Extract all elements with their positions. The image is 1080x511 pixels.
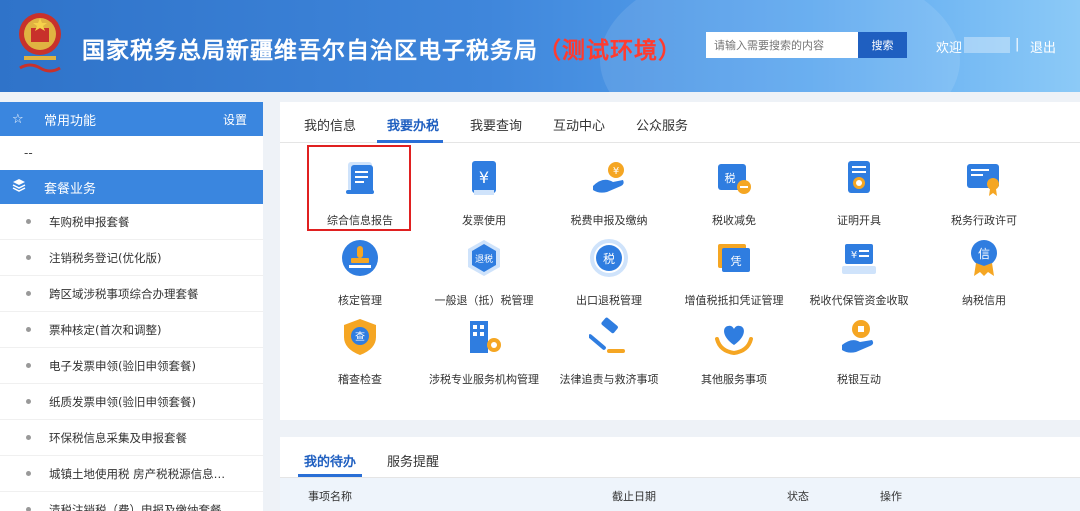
gavel-icon xyxy=(588,317,625,353)
search-input[interactable] xyxy=(706,32,858,58)
tax-emblem-logo xyxy=(19,13,61,73)
main-tabs: 我的信息 我要办税 我要查询 互动中心 公众服务 xyxy=(280,102,1080,143)
header-bar: 国家税务总局新疆维吾尔自治区电子税务局（测试环境） 搜索 欢迎 | 退出 xyxy=(0,0,1080,92)
service-item[interactable]: ¥ 发票使用 xyxy=(419,158,549,228)
active-tab-indicator xyxy=(377,140,443,143)
service-item[interactable]: 信 纳税信用 xyxy=(919,238,1049,308)
svg-text:税: 税 xyxy=(725,171,736,185)
header-separator: | xyxy=(1015,37,1020,52)
stamp-icon xyxy=(342,240,378,276)
welcome-text: 欢迎 xyxy=(936,41,963,56)
document-report-icon xyxy=(346,162,374,194)
heart-hands-icon xyxy=(715,325,753,356)
star-icon: ☆ xyxy=(12,111,24,127)
tab-service-reminder[interactable]: 服务提醒 xyxy=(387,451,439,470)
column-header: 事项名称 xyxy=(308,490,352,503)
custody-fund-icon: ¥ xyxy=(842,244,876,274)
env-label: （测试环境） xyxy=(538,38,682,64)
svg-text:税: 税 xyxy=(603,252,615,266)
service-item[interactable]: ¥ 税费申报及缴纳 xyxy=(544,158,674,228)
service-item[interactable]: 综合信息报告 xyxy=(295,158,425,228)
favorites-header[interactable]: ☆ 常用功能 设置 xyxy=(0,102,263,136)
tab-my-info[interactable]: 我的信息 xyxy=(304,115,356,134)
invoice-yuan-icon: ¥ xyxy=(472,161,496,195)
column-header: 操作 xyxy=(880,490,902,503)
export-refund-icon: 税 xyxy=(590,239,628,277)
voucher-ticket-icon: 凭 xyxy=(718,244,750,272)
sidebar-item[interactable]: 城镇土地使用税 房产税税源信息… xyxy=(0,456,263,492)
site-title: 国家税务总局新疆维吾尔自治区电子税务局（测试环境） xyxy=(82,38,682,64)
certificate-icon xyxy=(848,161,870,193)
sidebar-item[interactable]: 清税注销税（费）申报及缴纳套餐 xyxy=(0,492,263,511)
svg-text:退税: 退税 xyxy=(475,253,493,265)
sidebar-item[interactable]: 纸质发票申领(验旧申领套餐) xyxy=(0,384,263,420)
favorites-empty: -- xyxy=(24,146,33,160)
column-header: 状态 xyxy=(787,490,809,503)
sidebar-item[interactable]: 注销税务登记(优化版) xyxy=(0,240,263,276)
hand-coin-icon: ¥ xyxy=(593,162,624,193)
package-header[interactable]: 套餐业务 xyxy=(0,170,263,204)
logout-link[interactable]: 退出 xyxy=(1030,37,1056,56)
user-name-masked xyxy=(964,37,1010,53)
service-panel: 我的信息 我要办税 我要查询 互动中心 公众服务 综合信息报告 ¥ 发票使用 ¥… xyxy=(280,102,1080,420)
svg-text:¥: ¥ xyxy=(479,168,489,187)
service-item[interactable]: 凭 增值税抵扣凭证管理 xyxy=(669,238,799,308)
service-item[interactable]: 税务行政许可 xyxy=(919,158,1049,228)
sidebar-item[interactable]: 电子发票申领(验旧申领套餐) xyxy=(0,348,263,384)
building-gear-icon xyxy=(470,321,501,353)
todo-panel: 我的待办 服务提醒 事项名称 截止日期 状态 操作 xyxy=(280,437,1080,511)
svg-text:¥: ¥ xyxy=(851,250,857,261)
sidebar: ☆ 常用功能 设置 -- 套餐业务 车购税申报套餐 注销税务登记(优化版) 跨区… xyxy=(0,102,263,511)
tax-reduction-icon: 税 xyxy=(718,164,751,194)
service-item[interactable]: 税 税收减免 xyxy=(669,158,799,228)
inspection-shield-icon: 查 xyxy=(344,319,376,355)
service-item[interactable]: 其他服务事项 xyxy=(669,317,799,387)
column-header: 截止日期 xyxy=(612,490,656,503)
service-item[interactable]: 法律追责与救济事项 xyxy=(544,317,674,387)
svg-text:查: 查 xyxy=(355,330,365,343)
tab-interaction[interactable]: 互动中心 xyxy=(553,115,605,134)
refund-hexagon-icon: 退税 xyxy=(468,240,500,276)
service-item[interactable]: 退税 一般退（抵）税管理 xyxy=(419,238,549,308)
service-item[interactable]: 涉税专业服务机构管理 xyxy=(419,317,549,387)
layers-icon xyxy=(12,178,26,196)
sidebar-item[interactable]: 环保税信息采集及申报套餐 xyxy=(0,420,263,456)
service-item[interactable]: 核定管理 xyxy=(295,238,425,308)
bank-coin-icon xyxy=(842,320,874,353)
sidebar-item[interactable]: 跨区域涉税事项综合办理套餐 xyxy=(0,276,263,312)
tab-tax-handling[interactable]: 我要办税 xyxy=(387,115,439,134)
service-item[interactable]: 证明开具 xyxy=(794,158,924,228)
service-item[interactable]: 税 出口退税管理 xyxy=(544,238,674,308)
sidebar-item[interactable]: 票种核定(首次和调整) xyxy=(0,312,263,348)
svg-text:凭: 凭 xyxy=(731,254,742,268)
tab-my-todo[interactable]: 我的待办 xyxy=(304,451,356,470)
svg-text:¥: ¥ xyxy=(613,166,619,177)
tab-query[interactable]: 我要查询 xyxy=(470,115,522,134)
tab-public-service[interactable]: 公众服务 xyxy=(636,115,688,134)
todo-table-header xyxy=(280,478,1080,511)
favorites-settings-link[interactable]: 设置 xyxy=(223,111,247,128)
credit-medal-icon: 信 xyxy=(971,240,997,276)
service-item[interactable]: ¥ 税收代保管资金收取 xyxy=(794,238,924,308)
search-button[interactable]: 搜索 xyxy=(858,32,907,58)
service-item[interactable]: 税银互动 xyxy=(794,317,924,387)
license-badge-icon xyxy=(967,164,999,196)
service-item[interactable]: 查 稽查检查 xyxy=(295,317,425,387)
sidebar-item[interactable]: 车购税申报套餐 xyxy=(0,204,263,240)
svg-text:信: 信 xyxy=(978,247,990,261)
